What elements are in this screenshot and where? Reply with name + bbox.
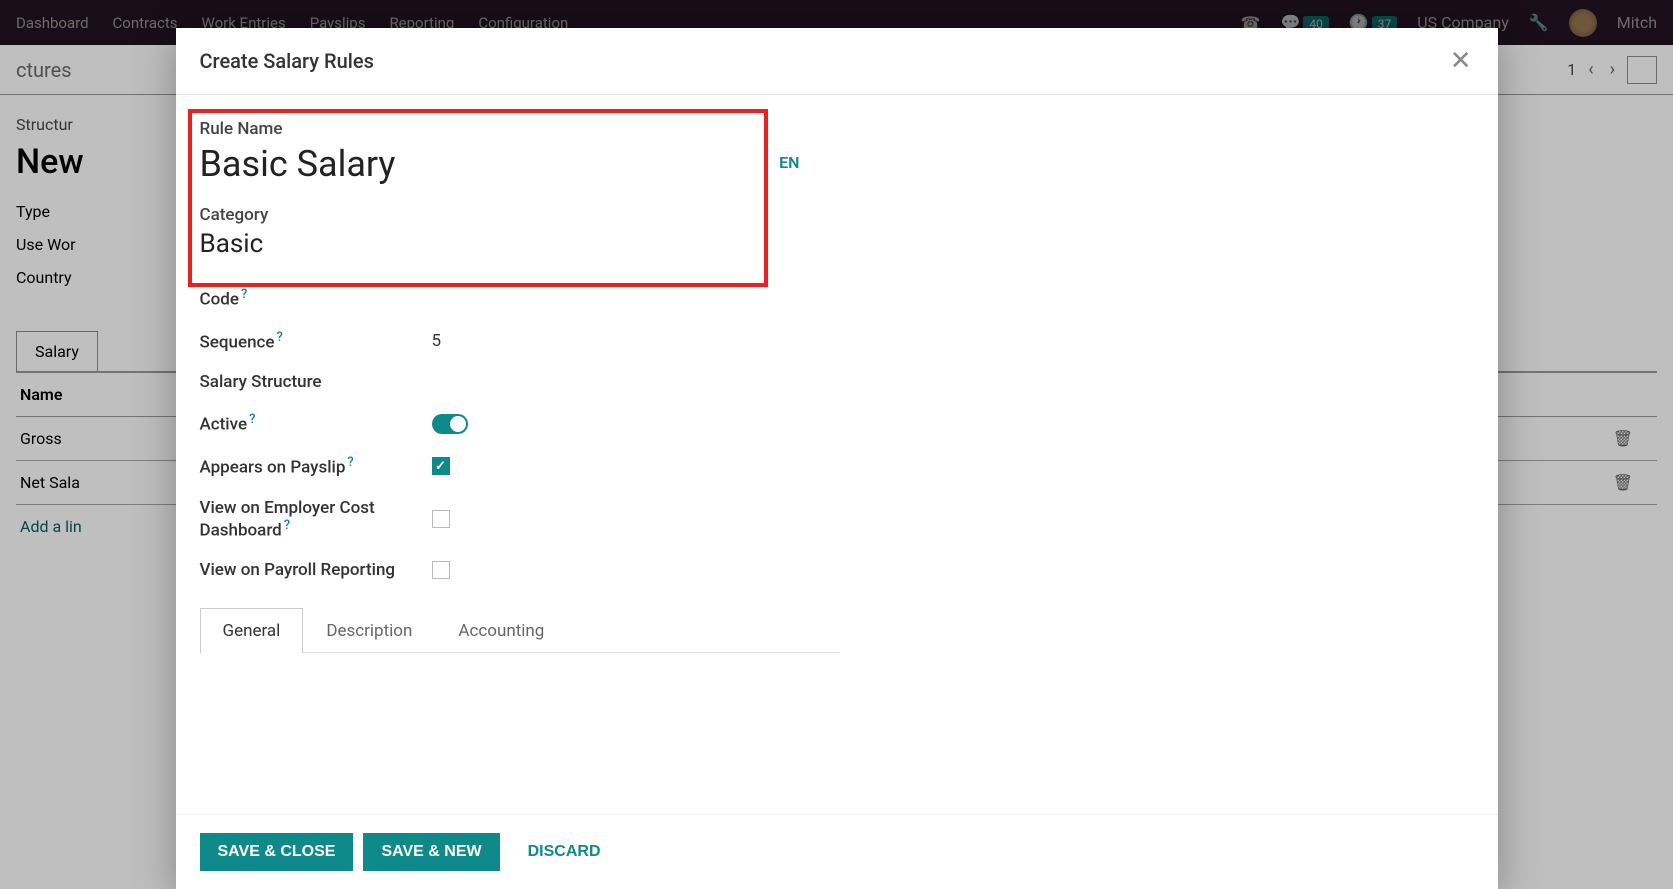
tab-accounting[interactable]: Accounting: [435, 608, 567, 653]
tabs: General Description Accounting: [200, 608, 840, 653]
help-icon[interactable]: ?: [284, 518, 290, 533]
tab-general[interactable]: General: [200, 608, 304, 653]
help-icon[interactable]: ?: [277, 330, 283, 345]
save-new-button[interactable]: SAVE & NEW: [363, 833, 499, 871]
modal-footer: SAVE & CLOSE SAVE & NEW DISCARD: [176, 814, 1498, 889]
rule-name-input[interactable]: Basic Salary: [200, 143, 396, 185]
active-label: Active?: [200, 412, 424, 435]
help-icon[interactable]: ?: [347, 455, 353, 470]
tab-description[interactable]: Description: [303, 608, 435, 653]
discard-button[interactable]: DISCARD: [510, 833, 619, 871]
appears-label: Appears on Payslip?: [200, 455, 424, 478]
modal-body: Rule Name Basic Salary EN Category Basic…: [176, 95, 1498, 814]
sequence-input[interactable]: 5: [432, 331, 442, 351]
employer-cost-label: View on Employer Cost Dashboard?: [200, 498, 424, 541]
help-icon[interactable]: ?: [249, 412, 255, 427]
modal-header: Create Salary Rules ✕: [176, 28, 1498, 95]
payroll-reporting-label: View on Payroll Reporting: [200, 560, 424, 580]
modal: Create Salary Rules ✕ Rule Name Basic Sa…: [176, 28, 1498, 889]
help-icon[interactable]: ?: [241, 287, 247, 302]
active-toggle[interactable]: [432, 414, 468, 434]
sequence-label: Sequence?: [200, 330, 424, 353]
salary-structure-label: Salary Structure: [200, 372, 424, 392]
lang-badge[interactable]: EN: [779, 153, 839, 172]
category-label: Category: [200, 205, 840, 225]
code-label: Code?: [200, 287, 424, 310]
employer-cost-checkbox[interactable]: [432, 510, 450, 528]
modal-overlay: Create Salary Rules ✕ Rule Name Basic Sa…: [0, 0, 1673, 889]
category-input[interactable]: Basic: [200, 229, 840, 259]
save-close-button[interactable]: SAVE & CLOSE: [200, 833, 354, 871]
modal-title: Create Salary Rules: [200, 49, 374, 73]
rule-name-label: Rule Name: [200, 119, 840, 139]
payroll-reporting-checkbox[interactable]: [432, 561, 450, 579]
appears-checkbox[interactable]: ✓: [432, 457, 450, 475]
close-icon[interactable]: ✕: [1448, 46, 1474, 76]
